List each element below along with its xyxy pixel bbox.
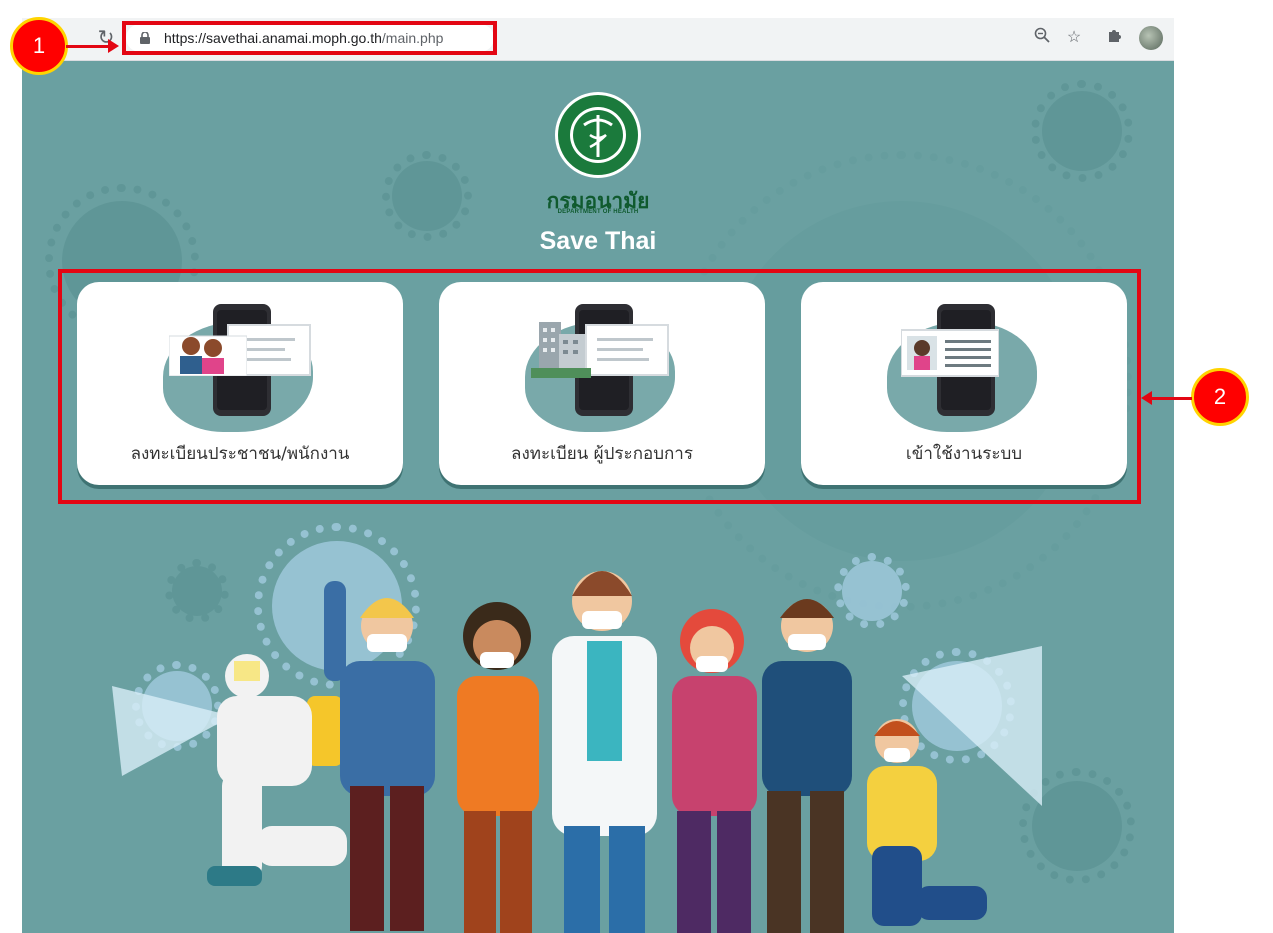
person-woman-pink <box>672 609 757 933</box>
annotation-marker-2: 2 <box>1191 368 1249 426</box>
healthcare-workers-illustration <box>112 571 1042 933</box>
extensions-icon[interactable] <box>1103 27 1125 49</box>
profile-avatar[interactable] <box>1139 26 1163 50</box>
org-name-english: DEPARTMENT OF HEALTH <box>557 209 639 215</box>
annotation-arrow-1 <box>66 45 110 48</box>
virus-decoration <box>1030 79 1134 183</box>
person-man-navy <box>762 599 852 933</box>
person-doctor <box>552 571 657 933</box>
annotation-arrowhead-1 <box>108 39 119 53</box>
person-hazmat <box>207 654 347 886</box>
page-viewport: กรมอนามัย DEPARTMENT OF HEALTH Save Thai… <box>22 61 1174 933</box>
highlight-cards-box <box>58 269 1141 504</box>
annotation-arrow-2 <box>1152 397 1192 400</box>
highlight-url-box <box>122 21 497 55</box>
annotation-arrowhead-2 <box>1141 391 1152 405</box>
virus-decoration <box>382 151 472 241</box>
ministry-seal-logo <box>555 92 641 178</box>
zoom-icon[interactable] <box>1031 27 1053 49</box>
annotation-marker-1: 1 <box>10 17 68 75</box>
person-kneeling-yellow <box>867 719 987 926</box>
person-orange-top <box>457 602 539 933</box>
virus-decoration <box>1019 768 1135 884</box>
page-title: Save Thai <box>539 227 657 255</box>
person-blue-sweater <box>324 581 435 931</box>
star-icon[interactable]: ☆ <box>1063 27 1085 49</box>
